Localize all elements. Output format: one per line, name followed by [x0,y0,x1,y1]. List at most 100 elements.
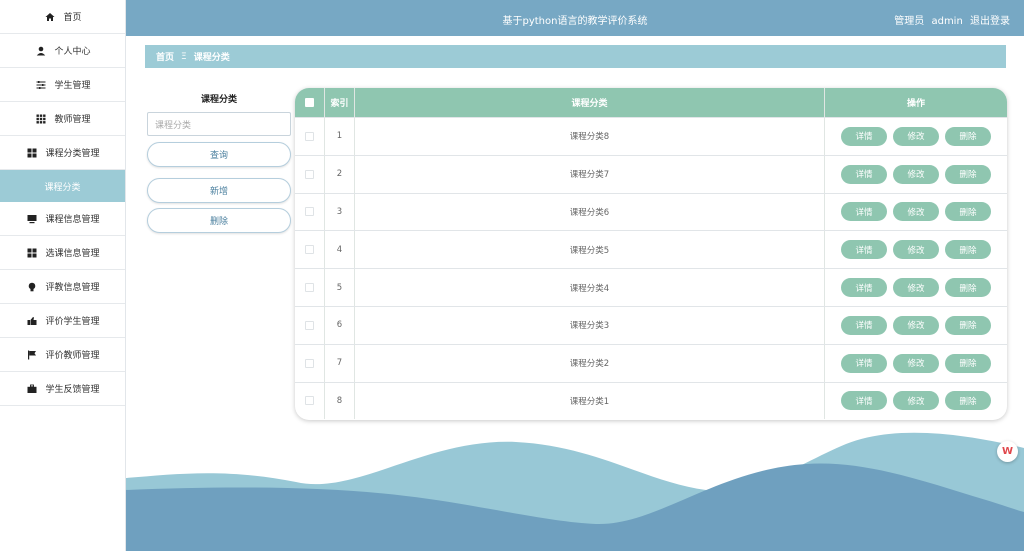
select-all-cell [295,88,325,117]
add-button[interactable]: 新增 [147,178,291,203]
header-ops: 操作 [906,99,925,109]
delete-button[interactable]: 删除 [945,315,991,335]
edit-button[interactable]: 修改 [893,278,939,298]
sidebar-item-profile[interactable]: 个人中心 [0,34,125,68]
sidebar-item-label: 选课信息管理 [45,249,100,259]
row-category-name: 课程分类7 [355,155,825,193]
table-row: 7 课程分类2 详情 修改 删除 [295,343,1007,382]
row-actions: 详情 修改 删除 [825,118,1007,155]
row-index: 6 [325,306,355,344]
detail-button[interactable]: 详情 [841,278,887,298]
row-index: 2 [325,155,355,193]
table-row: 6 课程分类3 详情 修改 删除 [295,305,1007,344]
row-category-name: 课程分类5 [355,231,825,269]
logout-link[interactable]: 退出登录 [970,16,1010,27]
detail-button[interactable]: 详情 [841,202,887,222]
row-index: 1 [325,118,355,155]
row-actions: 详情 修改 删除 [825,345,1007,382]
row-checkbox[interactable] [305,131,314,141]
detail-button[interactable]: 详情 [841,126,887,146]
hand-icon [25,316,39,326]
row-checkbox[interactable] [305,169,314,179]
sidebar-item-enrollment-mgmt[interactable]: 选课信息管理 [0,236,125,270]
row-index: 4 [325,231,355,269]
sidebar-item-students[interactable]: 学生管理 [0,68,125,102]
row-checkbox[interactable] [305,396,314,406]
breadcrumb: 首页 Ξ 课程分类 [145,45,1006,68]
search-input[interactable]: 课程分类 [147,112,291,136]
sidebar-item-label: 首页 [63,13,82,23]
row-index: 3 [325,193,355,231]
apps-icon [25,148,39,158]
row-category-name: 课程分类2 [355,344,825,382]
sidebar-item-home[interactable]: 首页 [0,0,125,34]
breadcrumb-separator: Ξ [181,51,187,62]
row-checkbox[interactable] [305,245,314,255]
user-area: 管理员 admin 退出登录 [890,12,1010,27]
briefcase-icon [25,384,39,394]
delete-button[interactable]: 删除 [945,126,991,146]
row-checkbox[interactable] [305,358,314,368]
detail-button[interactable]: 详情 [841,164,887,184]
sidebar-item-evaluate-teachers[interactable]: 评价教师管理 [0,338,125,372]
row-checkbox-cell [295,118,325,155]
flag-icon [25,350,39,360]
batch-delete-button[interactable]: 删除 [147,208,291,233]
detail-button[interactable]: 详情 [841,315,887,335]
sidebar-item-course-info-mgmt[interactable]: 课程信息管理 [0,202,125,236]
delete-button[interactable]: 删除 [945,391,991,411]
table-row: 1 课程分类8 详情 修改 删除 [295,117,1007,155]
row-checkbox-cell [295,193,325,231]
row-checkbox-cell [295,269,325,306]
row-checkbox[interactable] [305,207,314,217]
row-actions: 详情 修改 删除 [825,194,1007,231]
table-row: 2 课程分类7 详情 修改 删除 [295,154,1007,193]
delete-button[interactable]: 删除 [945,202,991,222]
table-header: 索引 课程分类 操作 [295,88,1007,117]
edit-button[interactable]: 修改 [893,391,939,411]
query-button[interactable]: 查询 [147,142,291,167]
edit-button[interactable]: 修改 [893,202,939,222]
sidebar-item-teachers[interactable]: 教师管理 [0,102,125,136]
wps-floating-icon[interactable]: W [997,441,1018,462]
sidebar: 首页 个人中心 学生管理 教师管理 课程分类管理 课程分类 课程信息管理 选课信… [0,0,126,551]
user-icon [34,46,48,56]
search-panel: 课程分类 课程分类 查询 新增 删除 [147,92,291,233]
delete-button[interactable]: 删除 [945,240,991,260]
delete-button[interactable]: 删除 [945,164,991,184]
apps-icon [25,248,39,258]
edit-button[interactable]: 修改 [893,240,939,260]
sidebar-item-label: 课程信息管理 [45,215,100,225]
sidebar-item-evaluation-mgmt[interactable]: 评教信息管理 [0,270,125,304]
row-checkbox-cell [295,344,325,382]
decorative-waves [126,432,1024,551]
row-checkbox[interactable] [305,320,314,330]
edit-button[interactable]: 修改 [893,126,939,146]
edit-button[interactable]: 修改 [893,164,939,184]
edit-button[interactable]: 修改 [893,353,939,373]
breadcrumb-current: 课程分类 [193,53,230,63]
row-checkbox-cell [295,231,325,269]
detail-button[interactable]: 详情 [841,391,887,411]
delete-button[interactable]: 删除 [945,278,991,298]
sidebar-item-evaluate-students[interactable]: 评价学生管理 [0,304,125,338]
username: admin [931,16,963,27]
detail-button[interactable]: 详情 [841,240,887,260]
sidebar-subitem-course-category[interactable]: 课程分类 [0,170,125,202]
sidebar-item-course-category-mgmt[interactable]: 课程分类管理 [0,136,125,170]
table-body: 1 课程分类8 详情 修改 删除 2 课程分类7 详情 修改 删除 3 课程分类6 详情 修改 删除 4 课程分… [295,117,1007,420]
sidebar-item-student-feedback[interactable]: 学生反馈管理 [0,372,125,406]
row-checkbox[interactable] [305,283,314,293]
top-header: 基于python语言的教学评价系统 管理员 admin 退出登录 [126,0,1024,36]
delete-button[interactable]: 删除 [945,353,991,373]
detail-button[interactable]: 详情 [841,353,887,373]
breadcrumb-home[interactable]: 首页 [156,50,174,63]
select-all-checkbox[interactable] [305,98,314,107]
header-name: 课程分类 [355,88,825,117]
sidebar-item-label: 教师管理 [54,115,91,125]
sidebar-item-label: 个人中心 [54,47,91,57]
row-actions: 详情 修改 删除 [825,383,1007,420]
table-row: 4 课程分类5 详情 修改 删除 [295,230,1007,269]
row-actions: 详情 修改 删除 [825,156,1007,193]
edit-button[interactable]: 修改 [893,315,939,335]
